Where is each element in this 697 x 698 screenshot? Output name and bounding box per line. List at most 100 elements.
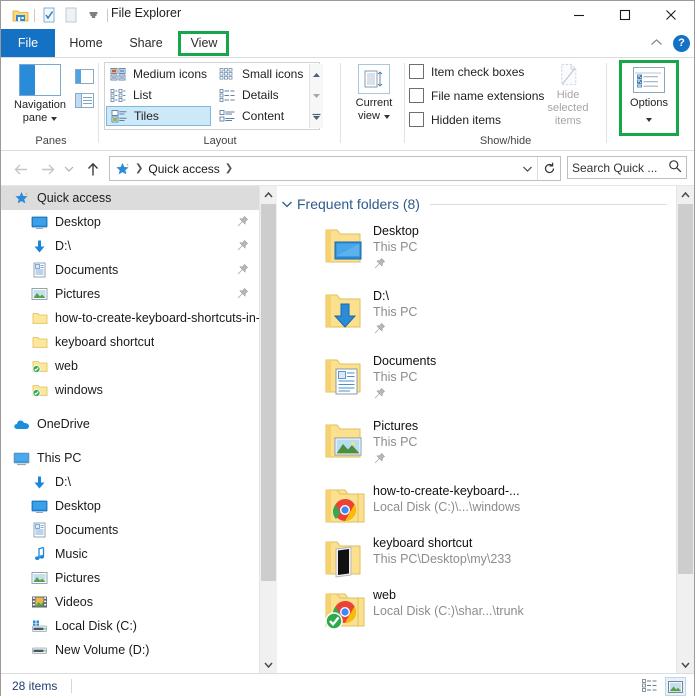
item-check-boxes-row[interactable]: Item check boxes bbox=[409, 64, 524, 79]
sidebar-item-quick-access[interactable]: Quick access bbox=[1, 186, 259, 210]
navigation-pane-icon bbox=[19, 64, 61, 96]
layout-item-content[interactable]: Content bbox=[215, 106, 307, 126]
sidebar-item-pictures[interactable]: Pictures bbox=[1, 282, 259, 306]
pin-icon[interactable] bbox=[373, 387, 386, 400]
chevron-down-icon[interactable] bbox=[277, 200, 297, 209]
layout-item-details[interactable]: Details bbox=[215, 85, 307, 105]
pin-icon[interactable] bbox=[373, 257, 386, 270]
sidebar-item-this-pc-d-drive[interactable]: D:\ bbox=[1, 470, 259, 494]
sidebar-item-this-pc-desktop[interactable]: Desktop bbox=[1, 494, 259, 518]
frequent-folders-group-header[interactable]: Frequent folders (8) bbox=[277, 186, 677, 216]
tile-item[interactable]: Documents This PC bbox=[277, 350, 677, 411]
scroll-up-icon[interactable] bbox=[260, 186, 277, 203]
hide-selected-items-icon bbox=[561, 63, 577, 86]
pin-icon[interactable] bbox=[373, 452, 386, 465]
layout-item-small-icons[interactable]: Small icons bbox=[215, 64, 307, 84]
search-input[interactable]: Search Quick ... bbox=[572, 161, 668, 175]
file-name-extensions-checkbox[interactable] bbox=[409, 88, 424, 103]
tab-home[interactable]: Home bbox=[57, 29, 115, 57]
sidebar-item-onedrive[interactable]: OneDrive bbox=[1, 412, 259, 436]
file-list-view[interactable]: Frequent folders (8) Desktop This PC D:\… bbox=[277, 186, 677, 673]
sidebar-item-music[interactable]: Music bbox=[1, 542, 259, 566]
pin-icon[interactable] bbox=[236, 287, 249, 300]
folder-icon[interactable] bbox=[9, 5, 31, 25]
file-name-extensions-row[interactable]: File name extensions bbox=[409, 88, 544, 103]
address-dropdown-chevron-icon[interactable] bbox=[517, 157, 537, 180]
sidebar-item-web[interactable]: web bbox=[1, 354, 259, 378]
navigation-pane[interactable]: Quick access Desktop D:\ Documents Pictu… bbox=[1, 186, 259, 673]
back-button[interactable] bbox=[11, 159, 31, 179]
properties-icon[interactable] bbox=[38, 5, 60, 25]
pin-icon[interactable] bbox=[373, 322, 386, 335]
options-chevron-down-icon[interactable] bbox=[646, 118, 652, 122]
customize-qat-chevron-icon[interactable] bbox=[82, 5, 104, 25]
hidden-items-checkbox[interactable] bbox=[409, 112, 424, 127]
sidebar-item-this-pc-pictures[interactable]: Pictures bbox=[1, 566, 259, 590]
file-list-scroll-thumb[interactable] bbox=[678, 204, 693, 574]
tile-item[interactable]: web Local Disk (C:)\shar...\trunk bbox=[277, 584, 677, 632]
layout-item-label: Tiles bbox=[134, 109, 159, 123]
scroll-down-icon[interactable] bbox=[310, 85, 323, 106]
sidebar-item-local-disk-c[interactable]: Local Disk (C:) bbox=[1, 614, 259, 638]
sidebar-item-desktop[interactable]: Desktop bbox=[1, 210, 259, 234]
tab-file[interactable]: File bbox=[1, 29, 55, 57]
hidden-items-row[interactable]: Hidden items bbox=[409, 112, 501, 127]
tile-item[interactable]: Pictures This PC bbox=[277, 415, 677, 476]
pin-icon[interactable] bbox=[236, 215, 249, 228]
tile-item[interactable]: Desktop This PC bbox=[277, 220, 677, 281]
help-button[interactable]: ? bbox=[673, 34, 690, 52]
sidebar-item-this-pc[interactable]: This PC bbox=[1, 446, 259, 470]
tab-share[interactable]: Share bbox=[117, 29, 175, 57]
layout-gallery-scrollbar[interactable] bbox=[309, 64, 323, 128]
breadcrumb-quick-access[interactable]: Quick access bbox=[148, 162, 219, 176]
maximize-button[interactable] bbox=[602, 1, 648, 29]
up-button[interactable] bbox=[83, 159, 103, 179]
navigation-pane-chevron-down-icon[interactable] bbox=[51, 117, 58, 121]
minimize-button[interactable] bbox=[556, 1, 602, 29]
tile-item[interactable]: keyboard shortcut This PC\Desktop\my\233 bbox=[277, 532, 677, 580]
address-path-box[interactable]: ❯ Quick access ❯ bbox=[109, 156, 561, 181]
pin-icon[interactable] bbox=[236, 263, 249, 276]
more-icon[interactable] bbox=[310, 106, 323, 127]
scroll-down-icon[interactable] bbox=[260, 656, 277, 673]
layout-item-medium-icons[interactable]: Medium icons bbox=[106, 64, 211, 84]
collapse-ribbon-chevron-icon[interactable] bbox=[650, 36, 663, 50]
large-icons-view-button[interactable] bbox=[665, 677, 686, 696]
refresh-icon[interactable] bbox=[537, 157, 560, 180]
navigation-pane-button[interactable]: Navigation pane bbox=[9, 62, 71, 128]
navigation-pane-scrollbar[interactable] bbox=[259, 186, 277, 673]
sidebar-item-windows[interactable]: windows bbox=[1, 378, 259, 402]
tile-item[interactable]: how-to-create-keyboard-... Local Disk (C… bbox=[277, 480, 677, 528]
details-view-button[interactable] bbox=[640, 677, 659, 694]
options-button[interactable]: Options bbox=[623, 64, 675, 126]
close-button[interactable] bbox=[648, 1, 694, 29]
scroll-down-icon[interactable] bbox=[677, 656, 694, 673]
breadcrumb-separator-2[interactable]: ❯ bbox=[225, 163, 233, 174]
sidebar-item-videos[interactable]: Videos bbox=[1, 590, 259, 614]
sidebar-item-how-to-create-keyboard-shortcuts[interactable]: how-to-create-keyboard-shortcuts-in-w bbox=[1, 306, 259, 330]
scroll-up-icon[interactable] bbox=[310, 64, 323, 85]
sidebar-item-keyboard-shortcut[interactable]: keyboard shortcut bbox=[1, 330, 259, 354]
new-folder-icon[interactable] bbox=[60, 5, 82, 25]
file-list-scrollbar[interactable] bbox=[676, 186, 694, 673]
pin-icon[interactable] bbox=[236, 239, 249, 252]
sidebar-item-d-drive[interactable]: D:\ bbox=[1, 234, 259, 258]
search-icon[interactable] bbox=[668, 159, 682, 176]
sidebar-item-new-volume-d[interactable]: New Volume (D:) bbox=[1, 638, 259, 662]
preview-pane-button[interactable] bbox=[73, 66, 95, 86]
navigation-pane-scroll-thumb[interactable] bbox=[261, 204, 276, 581]
sidebar-item-label: Desktop bbox=[55, 215, 101, 229]
item-check-boxes-checkbox[interactable] bbox=[409, 64, 424, 79]
layout-item-tiles[interactable]: Tiles bbox=[106, 106, 211, 126]
forward-button[interactable] bbox=[37, 159, 57, 179]
current-view-button[interactable]: Current view bbox=[348, 62, 400, 128]
layout-item-list[interactable]: List bbox=[106, 85, 211, 105]
search-box[interactable]: Search Quick ... bbox=[567, 156, 687, 179]
sidebar-item-documents[interactable]: Documents bbox=[1, 258, 259, 282]
current-view-chevron-down-icon[interactable] bbox=[384, 115, 390, 119]
scroll-up-icon[interactable] bbox=[677, 186, 694, 203]
tile-item[interactable]: D:\ This PC bbox=[277, 285, 677, 346]
details-pane-button[interactable] bbox=[73, 90, 95, 110]
sidebar-item-this-pc-documents[interactable]: Documents bbox=[1, 518, 259, 542]
recent-locations-chevron-icon[interactable] bbox=[59, 159, 79, 179]
